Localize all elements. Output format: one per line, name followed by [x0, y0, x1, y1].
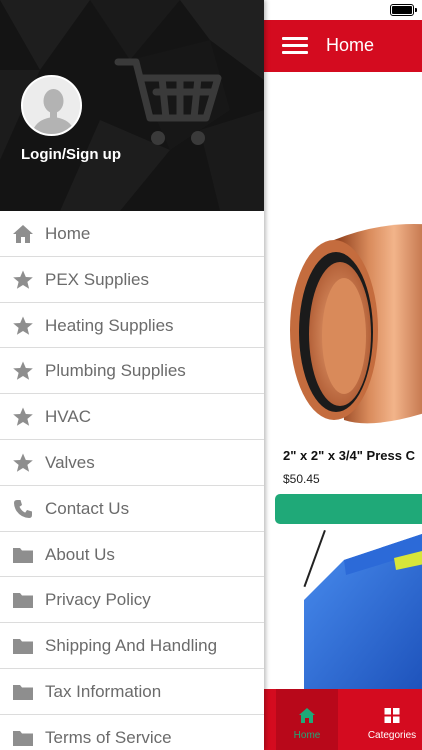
drawer-item-about-us[interactable]: About Us — [0, 531, 264, 578]
nav-home-label: Home — [293, 730, 321, 741]
avatar[interactable] — [21, 75, 82, 136]
nav-categories-label: Categories — [367, 730, 417, 741]
drawer-item-valves[interactable]: Valves — [0, 439, 264, 486]
product-image[interactable] — [284, 530, 422, 695]
drawer-item-label: Plumbing Supplies — [45, 361, 186, 381]
drawer-header: Login/Sign up — [0, 0, 264, 211]
drawer-item-plumbing-supplies[interactable]: Plumbing Supplies — [0, 348, 264, 395]
star-icon — [13, 453, 33, 472]
battery-icon — [390, 4, 417, 16]
phone-icon — [14, 499, 32, 518]
drawer-item-label: Shipping And Handling — [45, 636, 218, 656]
star-icon — [13, 270, 33, 289]
screen: Home 2" x 2" x 3/4" Press C $50.45 Home … — [0, 0, 422, 750]
product-image[interactable] — [274, 200, 422, 450]
folder-icon — [13, 639, 33, 655]
folder-icon — [13, 730, 33, 746]
drawer-item-tax-information[interactable]: Tax Information — [0, 668, 264, 715]
drawer-item-label: Valves — [45, 452, 95, 472]
hamburger-menu-icon[interactable] — [282, 37, 308, 55]
drawer-item-label: Privacy Policy — [45, 590, 151, 610]
folder-icon — [13, 593, 33, 609]
drawer-item-label: Tax Information — [45, 681, 162, 701]
folder-icon — [13, 684, 33, 700]
drawer-item-contact-us[interactable]: Contact Us — [0, 485, 264, 532]
star-icon — [13, 407, 33, 426]
drawer-item-label: Home — [45, 224, 91, 243]
drawer-item-label: PEX Supplies — [45, 269, 149, 289]
drawer-item-label: Heating Supplies — [45, 315, 174, 335]
drawer-item-home[interactable]: Home — [0, 211, 264, 257]
app-page: Home 2" x 2" x 3/4" Press C $50.45 Home … — [264, 0, 422, 750]
product-name[interactable]: 2" x 2" x 3/4" Press C — [283, 448, 415, 463]
drawer-item-label: HVAC — [45, 407, 91, 427]
page-title: Home — [326, 35, 375, 55]
product-price: $50.45 — [283, 472, 320, 486]
app-bar: Home — [264, 20, 422, 72]
nav-categories-tab[interactable]: Categories — [362, 689, 422, 750]
folder-icon — [13, 547, 33, 563]
drawer-item-privacy-policy[interactable]: Privacy Policy — [0, 577, 264, 624]
home-icon — [13, 225, 33, 243]
drawer-item-label: About Us — [45, 544, 115, 564]
home-icon — [299, 708, 315, 723]
nav-home-tab[interactable]: Home — [276, 689, 338, 750]
star-icon — [13, 316, 33, 335]
drawer-item-heating-supplies[interactable]: Heating Supplies — [0, 302, 264, 349]
navigation-drawer: Login/Sign up Home PEX Supplies Heating … — [0, 0, 264, 750]
grid-icon — [384, 708, 400, 723]
bottom-nav: Home Categories — [264, 689, 422, 750]
add-to-cart-button[interactable] — [275, 494, 422, 524]
drawer-item-label: Contact Us — [45, 498, 130, 518]
drawer-menu: Home PEX Supplies Heating Supplies Plumb… — [0, 211, 264, 750]
login-signup-link[interactable]: Login/Sign up — [21, 146, 121, 163]
star-icon — [13, 361, 33, 381]
drawer-item-label: Terms of Service — [45, 727, 172, 747]
drawer-item-hvac[interactable]: HVAC — [0, 394, 264, 440]
drawer-item-terms-of-service[interactable]: Terms of Service — [0, 714, 264, 750]
drawer-item-pex-supplies[interactable]: PEX Supplies — [0, 256, 264, 303]
drawer-item-shipping-and-handling[interactable]: Shipping And Handling — [0, 623, 264, 669]
status-bar — [264, 0, 422, 20]
